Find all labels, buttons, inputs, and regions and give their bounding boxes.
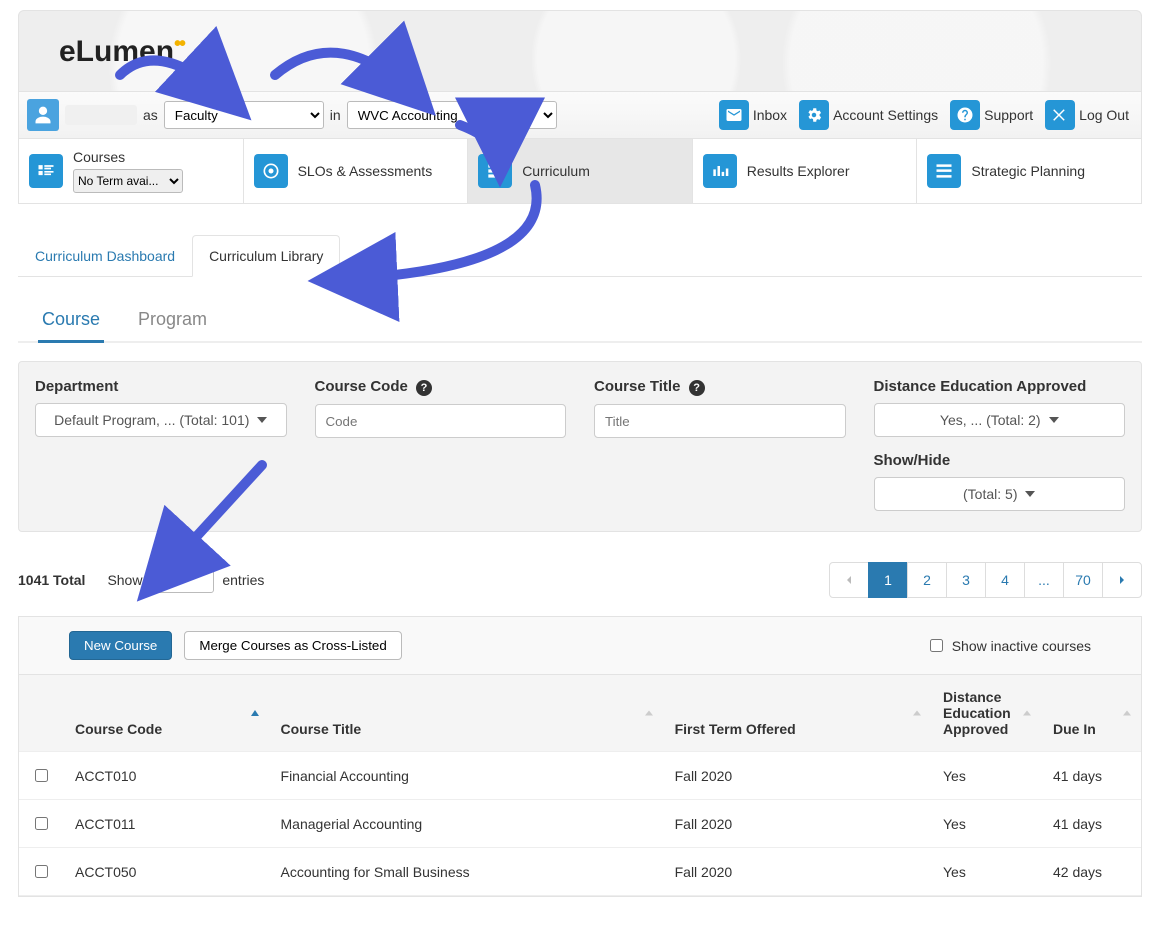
nav-slos[interactable]: SLOs & Assessments bbox=[244, 139, 469, 203]
page-4[interactable]: 4 bbox=[985, 562, 1025, 598]
help-icon[interactable]: ? bbox=[416, 380, 432, 396]
col-due-in[interactable]: Due In bbox=[1041, 675, 1141, 752]
courses-icon bbox=[29, 154, 63, 188]
col-course-code[interactable]: Course Code bbox=[63, 675, 269, 752]
results-bar: 1041 Total Show: entries 1 2 3 4 ... 70 bbox=[18, 562, 1142, 598]
page-size-input[interactable] bbox=[154, 567, 214, 593]
plan-icon bbox=[927, 154, 961, 188]
role-bar: as Faculty in WVC Accounting Inbox Accou… bbox=[18, 92, 1142, 139]
logout-button[interactable]: Log Out bbox=[1041, 98, 1133, 132]
filter-course-code: Course Code ? bbox=[315, 378, 567, 438]
table-row[interactable]: ACCT010Financial AccountingFall 2020Yes4… bbox=[19, 752, 1141, 800]
page-3[interactable]: 3 bbox=[946, 562, 986, 598]
col-course-title[interactable]: Course Title bbox=[269, 675, 663, 752]
cell-term: Fall 2020 bbox=[663, 800, 931, 848]
table-row[interactable]: ACCT050Accounting for Small BusinessFall… bbox=[19, 848, 1141, 896]
cell-title: Accounting for Small Business bbox=[269, 848, 663, 896]
nav-results-explorer[interactable]: Results Explorer bbox=[693, 139, 918, 203]
filter-course-title: Course Title ? bbox=[594, 378, 846, 438]
support-button[interactable]: Support bbox=[946, 98, 1037, 132]
page-2[interactable]: 2 bbox=[907, 562, 947, 598]
in-label: in bbox=[330, 107, 341, 123]
cell-title: Managerial Accounting bbox=[269, 800, 663, 848]
term-select[interactable]: No Term avai... bbox=[73, 169, 183, 193]
gear-icon bbox=[799, 100, 829, 130]
tab-curriculum-dashboard[interactable]: Curriculum Dashboard bbox=[18, 235, 192, 277]
tab-course[interactable]: Course bbox=[38, 299, 104, 343]
help-icon[interactable]: ? bbox=[689, 380, 705, 396]
cell-term: Fall 2020 bbox=[663, 752, 931, 800]
close-icon bbox=[1045, 100, 1075, 130]
tab-program[interactable]: Program bbox=[134, 299, 211, 341]
subtabs: Curriculum Dashboard Curriculum Library bbox=[18, 234, 1142, 277]
filter-department: Department Default Program, ... (Total: … bbox=[35, 378, 287, 438]
username-redacted bbox=[65, 105, 137, 125]
col-de-approved[interactable]: Distance Education Approved bbox=[931, 675, 1041, 752]
courses-table: Course Code Course Title First Term Offe… bbox=[19, 675, 1141, 896]
cell-code: ACCT011 bbox=[63, 800, 269, 848]
main-nav: Courses No Term avai... SLOs & Assessmen… bbox=[18, 139, 1142, 204]
target-icon bbox=[254, 154, 288, 188]
cell-due: 42 days bbox=[1041, 848, 1141, 896]
banner: eLumen•• bbox=[18, 10, 1142, 92]
department-dropdown[interactable]: Default Program, ... (Total: 101) bbox=[35, 403, 287, 437]
row-checkbox[interactable] bbox=[35, 769, 48, 782]
question-icon bbox=[950, 100, 980, 130]
nav-curriculum[interactable]: Curriculum bbox=[468, 139, 693, 203]
col-select bbox=[19, 675, 63, 752]
row-checkbox[interactable] bbox=[35, 817, 48, 830]
cell-de: Yes bbox=[931, 848, 1041, 896]
distance-ed-dropdown[interactable]: Yes, ... (Total: 2) bbox=[874, 403, 1126, 437]
nav-courses[interactable]: Courses No Term avai... bbox=[19, 139, 244, 203]
show-inactive-checkbox[interactable]: Show inactive courses bbox=[926, 636, 1091, 655]
department-select[interactable]: WVC Accounting bbox=[347, 101, 557, 129]
caret-icon bbox=[1049, 417, 1059, 423]
role-select[interactable]: Faculty bbox=[164, 101, 324, 129]
filter-distance-ed: Distance Education Approved Yes, ... (To… bbox=[874, 378, 1126, 438]
curriculum-icon bbox=[478, 154, 512, 188]
total-count: 1041 Total bbox=[18, 572, 85, 588]
cell-code: ACCT050 bbox=[63, 848, 269, 896]
course-title-input[interactable] bbox=[594, 404, 846, 438]
user-avatar-icon[interactable] bbox=[27, 99, 59, 131]
cell-due: 41 days bbox=[1041, 800, 1141, 848]
cell-due: 41 days bbox=[1041, 752, 1141, 800]
caret-icon bbox=[1025, 491, 1035, 497]
page-last[interactable]: 70 bbox=[1063, 562, 1103, 598]
page-1[interactable]: 1 bbox=[868, 562, 908, 598]
account-settings-button[interactable]: Account Settings bbox=[795, 98, 942, 132]
cell-code: ACCT010 bbox=[63, 752, 269, 800]
caret-icon bbox=[257, 417, 267, 423]
as-label: as bbox=[143, 107, 158, 123]
inbox-button[interactable]: Inbox bbox=[715, 98, 791, 132]
merge-courses-button[interactable]: Merge Courses as Cross-Listed bbox=[184, 631, 401, 660]
logo: eLumen•• bbox=[59, 33, 184, 69]
chart-icon bbox=[703, 154, 737, 188]
table-row[interactable]: ACCT011Managerial AccountingFall 2020Yes… bbox=[19, 800, 1141, 848]
show-hide-dropdown[interactable]: (Total: 5) bbox=[874, 477, 1126, 511]
row-checkbox[interactable] bbox=[35, 865, 48, 878]
course-code-input[interactable] bbox=[315, 404, 567, 438]
new-course-button[interactable]: New Course bbox=[69, 631, 172, 660]
filters-panel: Department Default Program, ... (Total: … bbox=[18, 361, 1142, 532]
col-first-term[interactable]: First Term Offered bbox=[663, 675, 931, 752]
table-toolbar: New Course Merge Courses as Cross-Listed… bbox=[19, 617, 1141, 675]
pagination: 1 2 3 4 ... 70 bbox=[830, 562, 1142, 598]
table-wrap: New Course Merge Courses as Cross-Listed… bbox=[18, 616, 1142, 897]
inner-tabs: Course Program bbox=[18, 299, 1142, 343]
cell-de: Yes bbox=[931, 800, 1041, 848]
logo-dots-icon: •• bbox=[174, 33, 184, 55]
cell-term: Fall 2020 bbox=[663, 848, 931, 896]
page-next[interactable] bbox=[1102, 562, 1142, 598]
filter-show-hide: Show/Hide (Total: 5) bbox=[874, 452, 1126, 511]
nav-strategic-planning[interactable]: Strategic Planning bbox=[917, 139, 1141, 203]
cell-title: Financial Accounting bbox=[269, 752, 663, 800]
page-ellipsis: ... bbox=[1024, 562, 1064, 598]
tab-curriculum-library[interactable]: Curriculum Library bbox=[192, 235, 340, 277]
cell-de: Yes bbox=[931, 752, 1041, 800]
inbox-icon bbox=[719, 100, 749, 130]
page-prev[interactable] bbox=[829, 562, 869, 598]
